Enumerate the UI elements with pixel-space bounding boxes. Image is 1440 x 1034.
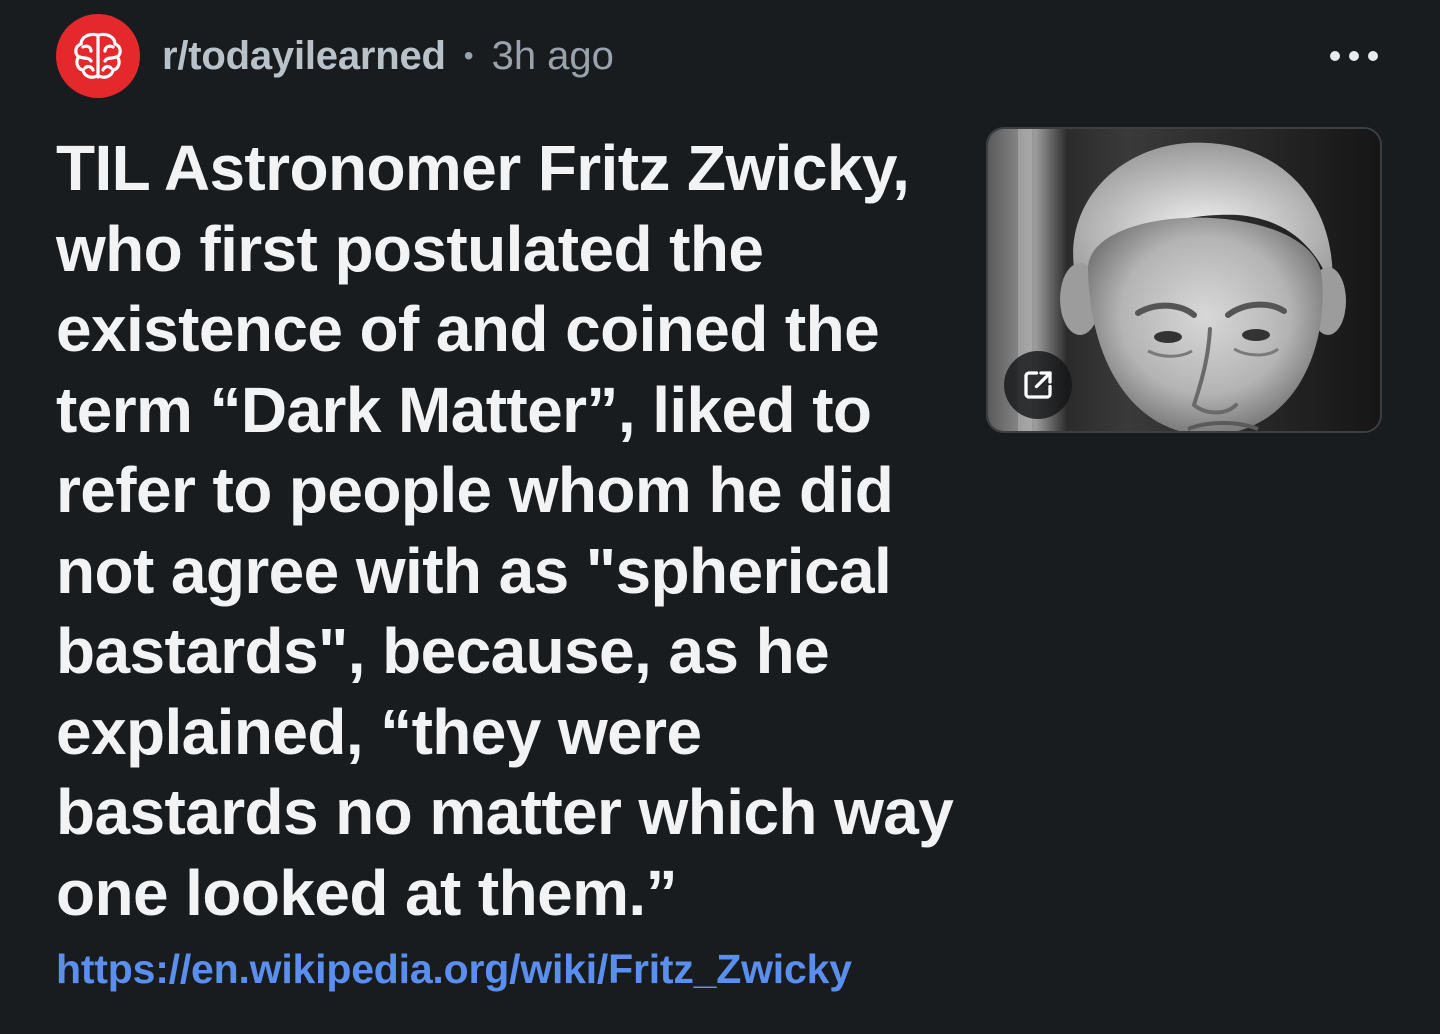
post-link[interactable]: https://en.wikipedia.org/wiki/Fritz_Zwic…: [56, 946, 852, 993]
more-options-icon: [1330, 51, 1340, 61]
external-link-icon: [1024, 371, 1052, 399]
meta-separator: •: [463, 40, 474, 71]
external-link-button[interactable]: [1004, 351, 1072, 419]
post-header: r/todayilearned • 3h ago: [56, 14, 614, 98]
post-age: 3h ago: [491, 33, 614, 78]
brain-icon: [74, 32, 122, 79]
subreddit-avatar[interactable]: [56, 14, 140, 98]
link-thumbnail[interactable]: [986, 127, 1382, 433]
post-title[interactable]: TIL Astronomer Fritz Zwicky, who first p…: [56, 128, 956, 933]
post-card[interactable]: r/todayilearned • 3h ago TIL Astronomer …: [0, 0, 1440, 1034]
more-options-button[interactable]: [1330, 38, 1378, 74]
subreddit-name[interactable]: r/todayilearned: [162, 34, 446, 79]
